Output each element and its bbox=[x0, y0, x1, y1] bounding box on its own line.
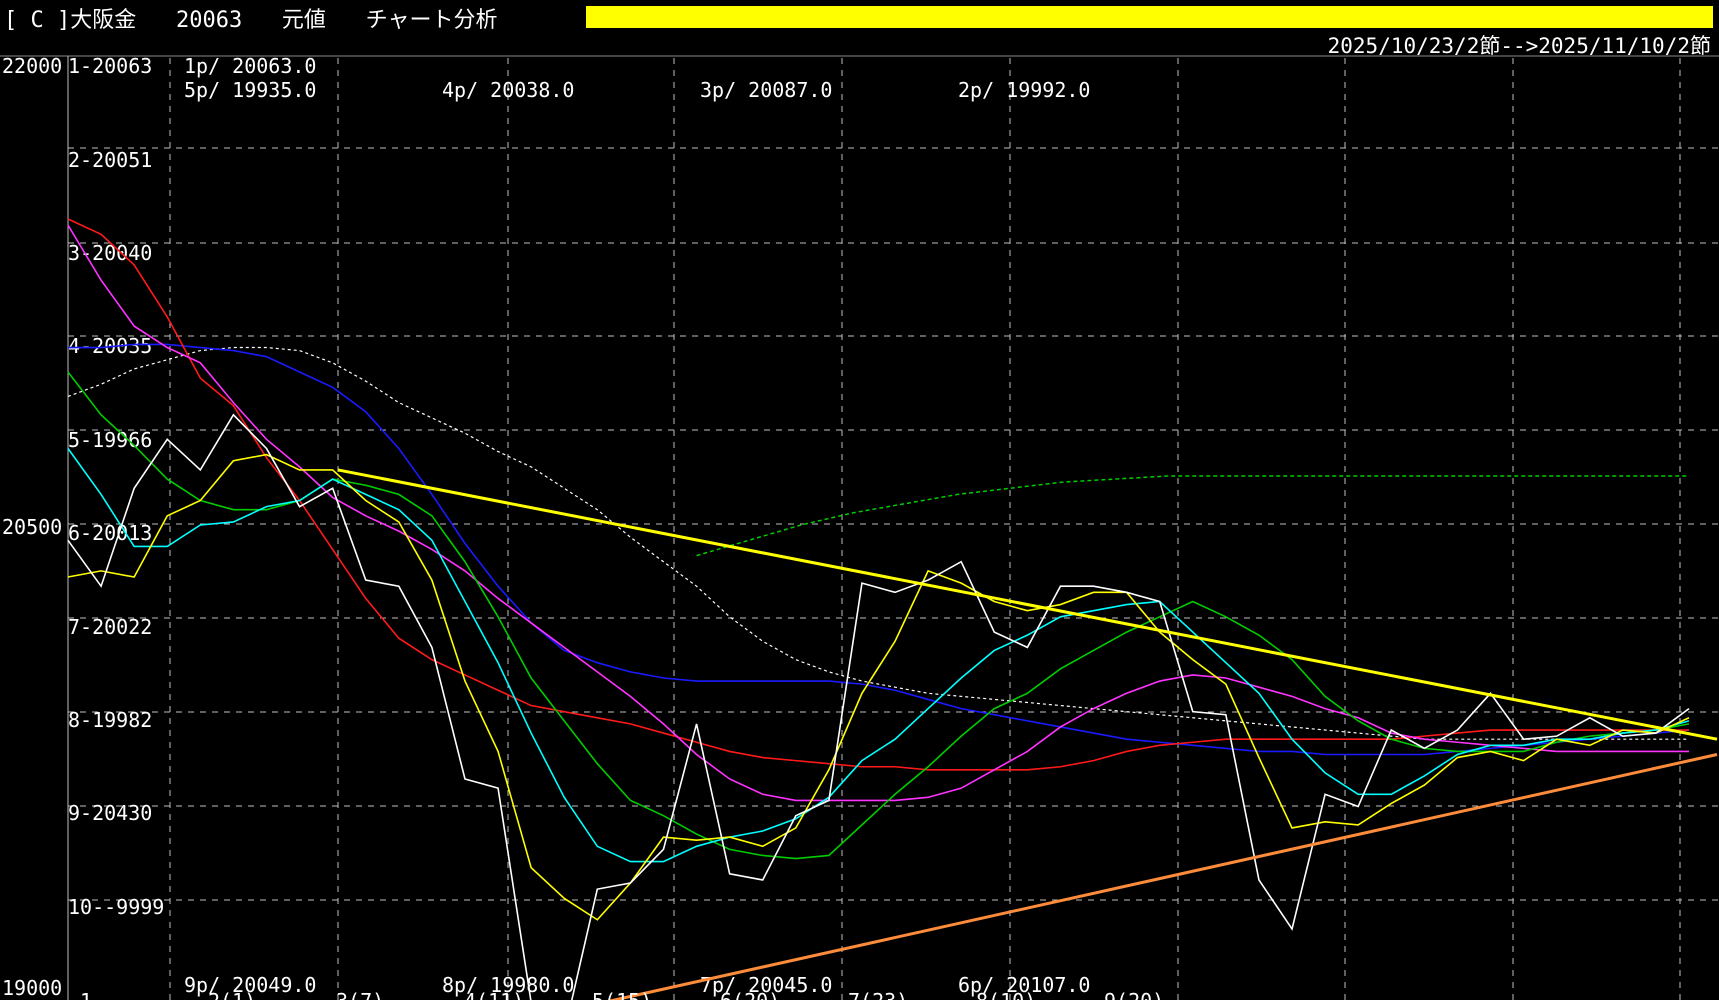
price-level-label: 8-19982 bbox=[68, 708, 152, 732]
chart-background bbox=[0, 55, 1719, 1000]
price-level-label: 7-20022 bbox=[68, 615, 152, 639]
x-axis-labels: 1 2(1) 3(7) 4(11) 5(15) 6(20) 7(23) 8(10) 9(20) bbox=[80, 989, 1164, 1000]
x-tick-label: 9(20) bbox=[1104, 989, 1164, 1000]
y-tick-label: 20500 bbox=[2, 515, 62, 539]
x-tick-label: 1 bbox=[80, 989, 92, 1000]
price-level-label: 10--9999 bbox=[68, 895, 164, 919]
x-tick-label: 7(23) bbox=[848, 989, 908, 1000]
point-label-top: 1p/ 20063.0 bbox=[184, 54, 316, 78]
price-level-label: 1-20063 bbox=[68, 54, 152, 78]
y-tick-label: 19000 bbox=[2, 976, 62, 1000]
x-tick-label: 3(7) bbox=[336, 989, 384, 1000]
x-tick-label: 5(15) bbox=[592, 989, 652, 1000]
x-tick-label: 4(11) bbox=[464, 989, 524, 1000]
x-tick-label: 2(1) bbox=[208, 989, 256, 1000]
point-label-top: 3p/ 20087.0 bbox=[700, 78, 832, 102]
x-tick-label: 8(10) bbox=[976, 989, 1036, 1000]
chart-area: 1-200632-200513-200404-200355-199666-200… bbox=[0, 54, 1719, 1000]
x-tick-label: 6(20) bbox=[720, 989, 780, 1000]
price-level-label: 6-20013 bbox=[68, 521, 152, 545]
point-label-top: 5p/ 19935.0 bbox=[184, 78, 316, 102]
price-level-label: 9-20430 bbox=[68, 801, 152, 825]
price-level-label: 5-19966 bbox=[68, 428, 152, 452]
point-label-top: 2p/ 19992.0 bbox=[958, 78, 1090, 102]
price-level-label: 3-20040 bbox=[68, 241, 152, 265]
price-level-label: 2-20051 bbox=[68, 148, 152, 172]
y-tick-label: 22000 bbox=[2, 54, 62, 78]
point-label-top: 4p/ 20038.0 bbox=[442, 78, 574, 102]
